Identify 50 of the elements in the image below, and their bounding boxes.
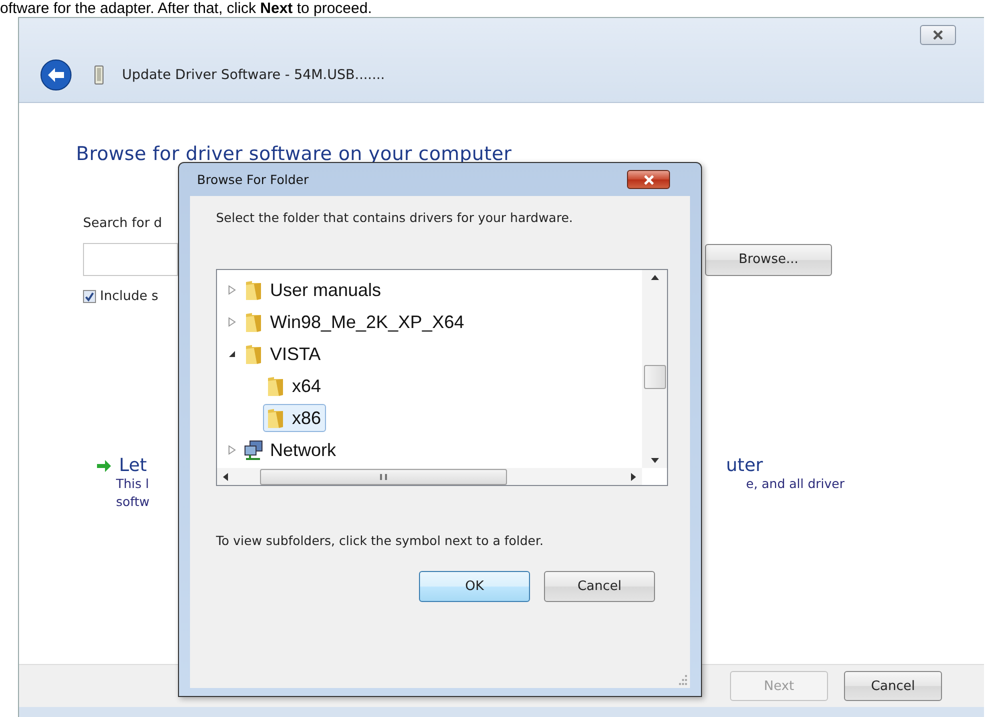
folder-icon bbox=[244, 343, 264, 365]
close-icon bbox=[642, 174, 656, 184]
collapse-arrow-icon[interactable] bbox=[228, 350, 236, 358]
window-title: Update Driver Software - 54M.USB....... bbox=[122, 67, 385, 83]
scroll-up-icon[interactable] bbox=[650, 275, 658, 280]
option-description: softw bbox=[116, 494, 150, 511]
expand-arrow-icon[interactable] bbox=[228, 285, 236, 295]
usb-device-icon bbox=[94, 65, 104, 85]
tree-item[interactable]: User manuals bbox=[241, 276, 386, 304]
tree-item[interactable]: x64 bbox=[263, 372, 326, 400]
tree-item[interactable]: VISTA bbox=[241, 340, 326, 368]
option-title[interactable]: Let bbox=[119, 455, 147, 476]
include-label: Include s bbox=[100, 289, 158, 304]
footer-button[interactable]: Cancel bbox=[844, 671, 942, 701]
include-checkbox[interactable] bbox=[83, 290, 96, 303]
page-heading: Browse for driver software on your computer bbox=[76, 143, 513, 165]
dialog-hint: To view subfolders, click the symbol next to a folder. bbox=[216, 533, 544, 548]
close-icon bbox=[931, 30, 945, 40]
dialog-instruction: Select the folder that contains drivers for your hardware. bbox=[216, 210, 574, 225]
option-description: This l bbox=[116, 476, 149, 493]
scroll-left-icon[interactable] bbox=[223, 472, 228, 480]
close-button[interactable] bbox=[627, 170, 670, 189]
dialog-button[interactable]: Cancel bbox=[544, 571, 655, 602]
search-label: Search for d bbox=[83, 216, 164, 231]
go-arrow-icon bbox=[96, 458, 112, 472]
folder-icon bbox=[266, 407, 286, 429]
dialog-title: Browse For Folder bbox=[197, 172, 309, 187]
option-title[interactable]: uter bbox=[726, 455, 763, 476]
tree-item[interactable]: Win98_Me_2K_XP_X64 bbox=[241, 308, 470, 336]
network-icon bbox=[244, 439, 264, 461]
option-description: e, and all driver bbox=[746, 476, 844, 491]
folder-icon bbox=[244, 279, 264, 301]
vertical-scrollbar[interactable] bbox=[642, 270, 667, 468]
scroll-thumb[interactable] bbox=[260, 468, 507, 484]
folder-icon bbox=[244, 311, 264, 333]
tree-item[interactable]: Network bbox=[241, 436, 342, 464]
expand-arrow-icon[interactable] bbox=[228, 445, 236, 455]
expand-arrow-icon[interactable] bbox=[228, 317, 236, 327]
scroll-down-icon[interactable] bbox=[650, 458, 658, 463]
scroll-thumb[interactable] bbox=[644, 365, 666, 389]
horizontal-scrollbar[interactable] bbox=[217, 468, 642, 485]
browse-button[interactable]: Browse... bbox=[705, 244, 832, 276]
folder-icon bbox=[266, 375, 286, 397]
tree-item[interactable]: x86 bbox=[263, 404, 326, 432]
scroll-right-icon[interactable] bbox=[631, 472, 636, 480]
close-button[interactable] bbox=[920, 25, 956, 45]
instruction-text: oftware for the adapter. After that, click Next to proceed. bbox=[0, 0, 373, 17]
path-input-field[interactable] bbox=[83, 243, 178, 276]
resize-grip-icon[interactable] bbox=[677, 675, 687, 685]
dialog-button[interactable]: OK bbox=[419, 571, 530, 602]
